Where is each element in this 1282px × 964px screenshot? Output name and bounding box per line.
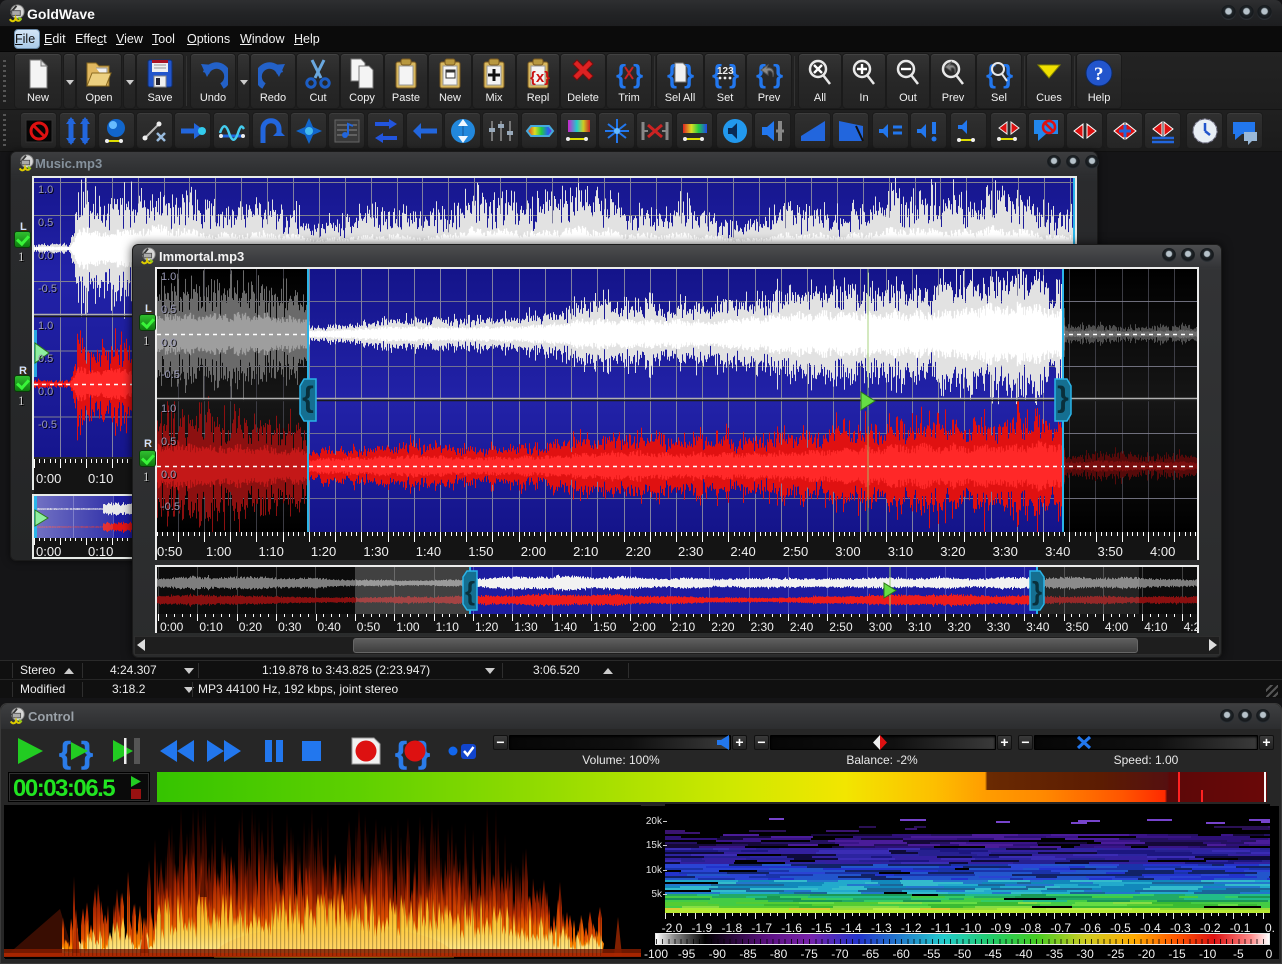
svg-text:{x}: {x} (530, 69, 550, 86)
svg-text:}: } (773, 59, 783, 89)
svg-text:?: ? (1094, 64, 1104, 85)
svg-text:123: 123 (717, 66, 734, 77)
svg-text:}: } (1003, 59, 1013, 89)
svg-text:}: } (633, 59, 643, 89)
svg-text:{: { (616, 59, 626, 89)
svg-text:{: { (59, 735, 71, 770)
svg-text:{: { (756, 59, 766, 89)
